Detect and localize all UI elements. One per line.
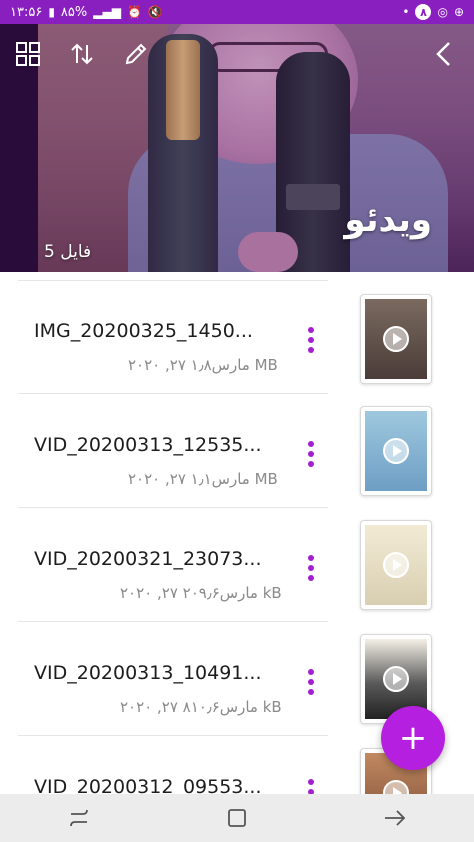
status-bar: ۱۳:۵۶ ▮ ۸۵% ▂▄▆ ⏰ 🔇 • ۸ ◎ ⊕ <box>0 0 474 24</box>
file-meta: ۲۰۲۰ ,۲۷ مارس۱٫۸ MB <box>128 356 278 374</box>
file-meta: ۲۰۲۰ ,۲۷ مارس۸۱۰٫۶ kB <box>120 698 282 716</box>
navigation-bar <box>0 794 474 842</box>
file-name: IMG_20200325_1450... <box>34 320 253 342</box>
status-left: ۱۳:۵۶ ▮ ۸۵% ▂▄▆ ⏰ 🔇 <box>10 5 163 20</box>
status-right: • ۸ ◎ ⊕ <box>402 4 464 20</box>
video-thumbnail[interactable] <box>360 294 432 384</box>
back-arrow-icon[interactable] <box>428 38 460 70</box>
play-icon <box>383 438 409 464</box>
video-thumbnail[interactable] <box>360 520 432 610</box>
more-vertical-icon[interactable] <box>300 434 322 474</box>
list-item[interactable]: VID_20200321_23073... ۲۰۲۰ ,۲۷ مارس۲۰۹٫۶… <box>0 508 474 622</box>
file-count-label: 5 فایل <box>44 242 92 262</box>
grid-icon[interactable] <box>12 38 44 70</box>
play-icon <box>383 552 409 578</box>
file-meta: ۲۰۲۰ ,۲۷ مارس۱٫۱ MB <box>128 470 278 488</box>
mute-icon: 🔇 <box>147 5 163 19</box>
signal-icon: ▂▄▆ <box>93 5 121 19</box>
page-title: ویدئو <box>344 200 432 240</box>
alarm-icon: ⏰ <box>126 5 142 19</box>
file-name: VID_20200313_12535... <box>34 434 262 456</box>
nav-back-icon[interactable] <box>365 798 425 838</box>
instagram-icon: ◎ <box>437 5 448 19</box>
add-circle-icon: ⊕ <box>453 5 464 19</box>
list-item[interactable]: IMG_20200325_1450... ۲۰۲۰ ,۲۷ مارس۱٫۸ MB <box>0 280 474 394</box>
add-button[interactable]: + <box>381 706 445 770</box>
recents-icon[interactable] <box>49 798 109 838</box>
more-vertical-icon[interactable] <box>300 662 322 702</box>
album-header: ویدئو 5 فایل <box>0 24 474 272</box>
file-name: VID_20200321_23073... <box>34 548 262 570</box>
sim-icon: ▮ <box>48 5 55 19</box>
pencil-icon[interactable] <box>120 38 152 70</box>
video-thumbnail[interactable] <box>360 406 432 496</box>
notification-badge: ۸ <box>415 4 432 20</box>
more-vertical-icon[interactable] <box>300 548 322 588</box>
sort-icon[interactable] <box>66 38 98 70</box>
status-battery: ۸۵% <box>60 4 88 20</box>
list-item[interactable]: VID_20200313_12535... ۲۰۲۰ ,۲۷ مارس۱٫۱ M… <box>0 394 474 508</box>
play-icon <box>383 326 409 352</box>
file-meta: ۲۰۲۰ ,۲۷ مارس۲۰۹٫۶ kB <box>120 584 282 602</box>
play-icon <box>383 666 409 692</box>
dot-icon: • <box>402 5 410 19</box>
file-name: VID_20200313_10491... <box>34 662 262 684</box>
status-time: ۱۳:۵۶ <box>10 4 43 20</box>
more-vertical-icon[interactable] <box>300 320 322 360</box>
home-icon[interactable] <box>207 798 267 838</box>
